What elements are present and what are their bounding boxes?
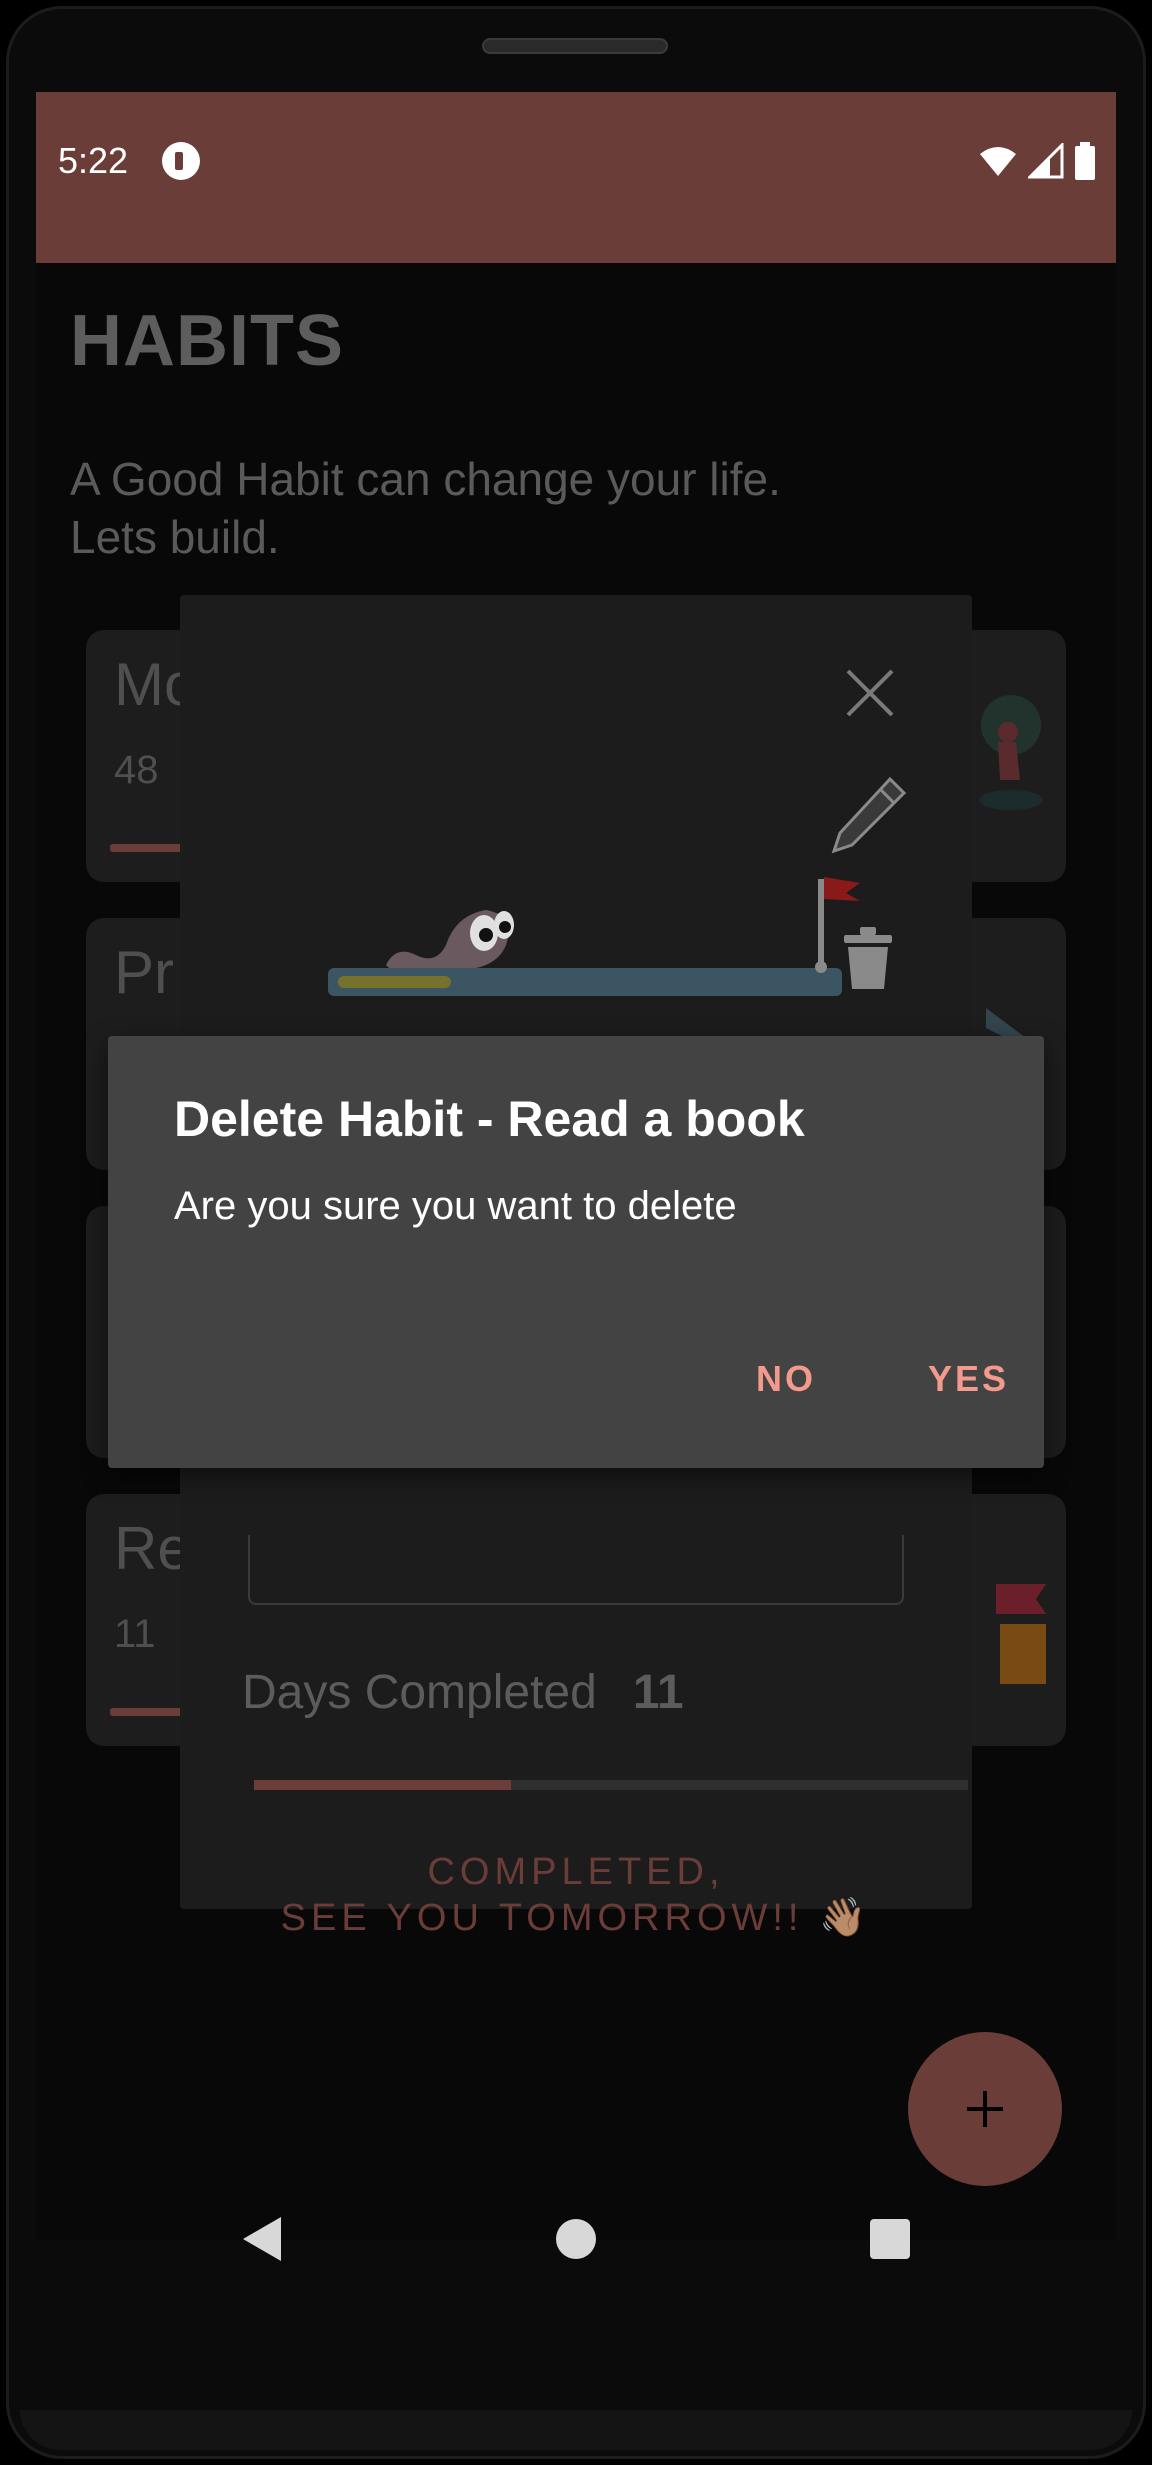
page-title: HABITS: [70, 301, 344, 381]
back-button[interactable]: [232, 2210, 292, 2270]
add-habit-button[interactable]: [908, 2032, 1062, 2186]
habit-progress-track-fill: [338, 976, 452, 988]
habit-card-title: Pr: [114, 939, 174, 1006]
wifi-icon: [980, 147, 1016, 176]
days-completed-row: Days Completed 11: [242, 1665, 684, 1720]
subtitle-line-2: Lets build.: [70, 511, 280, 563]
habit-progress-track: [328, 968, 842, 996]
days-completed-value: 11: [632, 1666, 684, 1719]
recents-icon: [870, 2218, 910, 2259]
days-completed-label: Days Completed: [242, 1666, 597, 1719]
back-icon: [243, 2216, 281, 2261]
close-icon[interactable]: [842, 665, 898, 721]
delete-habit-dialog: Delete Habit - Read a book Are you sure …: [108, 1036, 1044, 1468]
device-frame: 5:22 HABITS A Good Habit can change your…: [0, 0, 1152, 2465]
dialog-title: Delete Habit - Read a book: [174, 1091, 805, 1147]
status-bar: 5:22: [36, 92, 1116, 263]
status-icons: [978, 142, 1096, 180]
days-progress-bar: [254, 1780, 968, 1790]
no-button[interactable]: NO: [756, 1358, 816, 1400]
recents-button[interactable]: [860, 2210, 920, 2270]
home-button[interactable]: [546, 2210, 606, 2270]
completed-message-line-2: SEE YOU TOMORROW!! 👋🏽: [280, 1897, 872, 1939]
pencil-icon[interactable]: [830, 775, 908, 855]
habit-card-count: 48: [114, 748, 159, 792]
home-icon: [556, 2218, 596, 2259]
completed-message-line-1: COMPLETED,: [427, 1851, 725, 1893]
trash-icon[interactable]: [840, 925, 896, 991]
habit-detail-field: [248, 1535, 904, 1605]
status-time: 5:22: [58, 140, 129, 181]
battery-icon: [1075, 142, 1095, 180]
speaker-grille: [482, 38, 668, 54]
yes-button[interactable]: YES: [928, 1358, 1009, 1400]
signal-icon: [1028, 143, 1064, 179]
notification-app-icon: [162, 142, 200, 180]
screen: 5:22 HABITS A Good Habit can change your…: [36, 92, 1116, 2240]
habit-card-count: 11: [114, 1612, 156, 1656]
subtitle-line-1: A Good Habit can change your life.: [70, 453, 781, 505]
days-progress-fill: [254, 1780, 512, 1790]
page-subtitle: A Good Habit can change your life. Lets …: [70, 450, 970, 566]
dialog-message: Are you sure you want to delete: [174, 1184, 737, 1228]
device-chin: [20, 2410, 1132, 2450]
completed-message: COMPLETED, SEE YOU TOMORROW!! 👋🏽: [180, 1849, 972, 1941]
plus-icon: [967, 2091, 1003, 2127]
